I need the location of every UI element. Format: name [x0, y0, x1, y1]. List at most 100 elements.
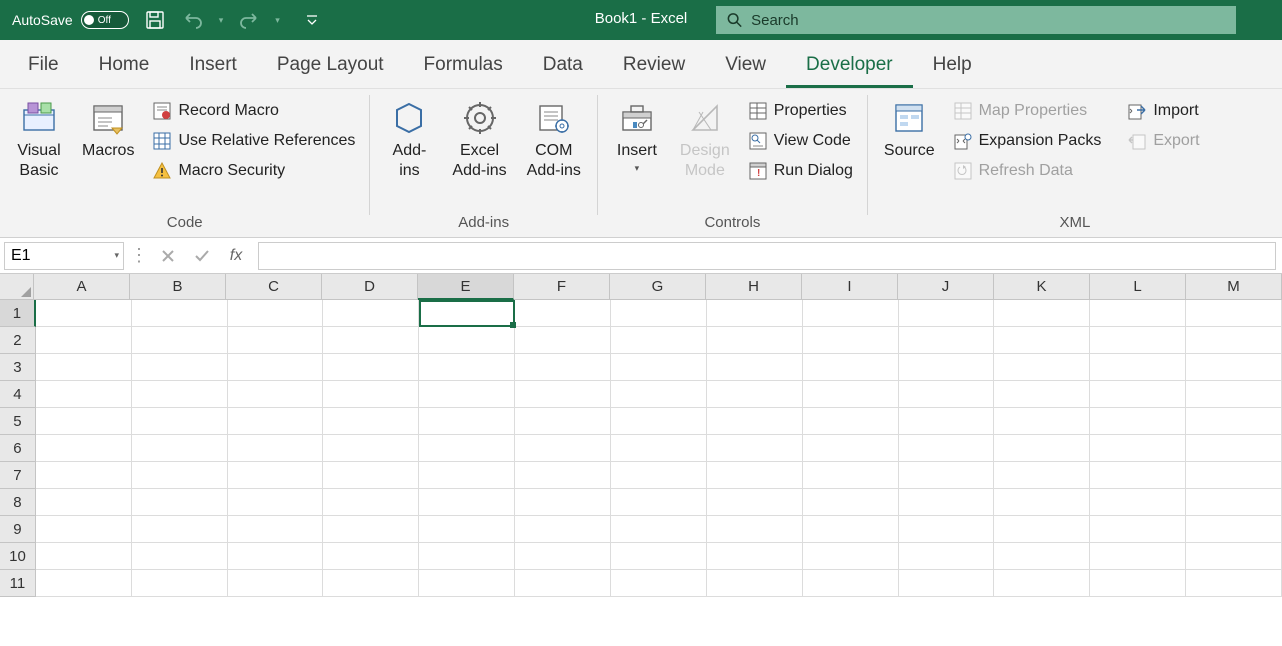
- tab-help[interactable]: Help: [913, 44, 992, 88]
- cell-J10[interactable]: [899, 543, 995, 570]
- cell-M9[interactable]: [1186, 516, 1282, 543]
- insert-function-button[interactable]: fx: [222, 242, 250, 270]
- redo-dropdown-icon[interactable]: ▾: [275, 15, 280, 26]
- cell-K1[interactable]: [994, 300, 1090, 327]
- cell-J5[interactable]: [899, 408, 995, 435]
- cell-D4[interactable]: [323, 381, 419, 408]
- cell-I4[interactable]: [803, 381, 899, 408]
- excel-addins-button[interactable]: Excel Add-ins: [446, 93, 512, 185]
- row-header-6[interactable]: 6: [0, 435, 36, 462]
- cell-D5[interactable]: [323, 408, 419, 435]
- cell-G10[interactable]: [611, 543, 707, 570]
- column-header-I[interactable]: I: [802, 274, 898, 300]
- select-all-corner[interactable]: [0, 274, 34, 300]
- tab-insert[interactable]: Insert: [169, 44, 257, 88]
- tab-review[interactable]: Review: [603, 44, 705, 88]
- cell-K11[interactable]: [994, 570, 1090, 597]
- cell-D6[interactable]: [323, 435, 419, 462]
- undo-dropdown-icon[interactable]: ▾: [219, 15, 224, 26]
- namebox-expand[interactable]: ⋮: [124, 245, 154, 266]
- cell-H11[interactable]: [707, 570, 803, 597]
- cell-L3[interactable]: [1090, 354, 1186, 381]
- cell-G3[interactable]: [611, 354, 707, 381]
- cell-A6[interactable]: [36, 435, 132, 462]
- cell-D3[interactable]: [323, 354, 419, 381]
- cell-F1[interactable]: [515, 300, 611, 327]
- column-header-M[interactable]: M: [1186, 274, 1282, 300]
- cell-A1[interactable]: [36, 300, 132, 327]
- cell-K7[interactable]: [994, 462, 1090, 489]
- cell-I10[interactable]: [803, 543, 899, 570]
- cell-L6[interactable]: [1090, 435, 1186, 462]
- cell-D8[interactable]: [323, 489, 419, 516]
- customize-qat-button[interactable]: [300, 8, 324, 32]
- cell-H10[interactable]: [707, 543, 803, 570]
- column-header-H[interactable]: H: [706, 274, 802, 300]
- cell-M7[interactable]: [1186, 462, 1282, 489]
- row-header-1[interactable]: 1: [0, 300, 36, 327]
- import-button[interactable]: Import: [1123, 99, 1203, 123]
- cell-F4[interactable]: [515, 381, 611, 408]
- tab-formulas[interactable]: Formulas: [404, 44, 523, 88]
- row-header-2[interactable]: 2: [0, 327, 36, 354]
- cell-B1[interactable]: [132, 300, 228, 327]
- column-header-C[interactable]: C: [226, 274, 322, 300]
- cell-J6[interactable]: [899, 435, 995, 462]
- cell-L7[interactable]: [1090, 462, 1186, 489]
- cell-B5[interactable]: [132, 408, 228, 435]
- cell-A3[interactable]: [36, 354, 132, 381]
- cancel-formula-button[interactable]: [154, 242, 182, 270]
- cell-C10[interactable]: [228, 543, 324, 570]
- cell-A7[interactable]: [36, 462, 132, 489]
- cell-I2[interactable]: [803, 327, 899, 354]
- column-header-K[interactable]: K: [994, 274, 1090, 300]
- cell-J7[interactable]: [899, 462, 995, 489]
- cell-K5[interactable]: [994, 408, 1090, 435]
- cell-M11[interactable]: [1186, 570, 1282, 597]
- cell-C2[interactable]: [228, 327, 324, 354]
- cell-A4[interactable]: [36, 381, 132, 408]
- cell-E3[interactable]: [419, 354, 515, 381]
- cell-A2[interactable]: [36, 327, 132, 354]
- cell-H7[interactable]: [707, 462, 803, 489]
- cell-C5[interactable]: [228, 408, 324, 435]
- cell-E2[interactable]: [419, 327, 515, 354]
- cell-L10[interactable]: [1090, 543, 1186, 570]
- column-header-F[interactable]: F: [514, 274, 610, 300]
- row-header-3[interactable]: 3: [0, 354, 36, 381]
- expansion-packs-button[interactable]: Expansion Packs: [949, 129, 1106, 153]
- cell-K4[interactable]: [994, 381, 1090, 408]
- cell-E7[interactable]: [419, 462, 515, 489]
- cell-G9[interactable]: [611, 516, 707, 543]
- cell-J9[interactable]: [899, 516, 995, 543]
- cell-K9[interactable]: [994, 516, 1090, 543]
- cell-A11[interactable]: [36, 570, 132, 597]
- cell-G8[interactable]: [611, 489, 707, 516]
- cell-B7[interactable]: [132, 462, 228, 489]
- cell-E11[interactable]: [419, 570, 515, 597]
- cell-D10[interactable]: [323, 543, 419, 570]
- cell-L2[interactable]: [1090, 327, 1186, 354]
- tab-developer[interactable]: Developer: [786, 44, 913, 88]
- row-header-5[interactable]: 5: [0, 408, 36, 435]
- cell-L5[interactable]: [1090, 408, 1186, 435]
- export-button[interactable]: Export: [1123, 129, 1203, 153]
- column-header-E[interactable]: E: [418, 274, 514, 300]
- cell-C1[interactable]: [228, 300, 324, 327]
- cell-G4[interactable]: [611, 381, 707, 408]
- cell-D9[interactable]: [323, 516, 419, 543]
- cell-F7[interactable]: [515, 462, 611, 489]
- cell-B4[interactable]: [132, 381, 228, 408]
- cell-C6[interactable]: [228, 435, 324, 462]
- macros-button[interactable]: Macros: [76, 93, 140, 165]
- refresh-data-button[interactable]: Refresh Data: [949, 159, 1106, 183]
- com-addins-button[interactable]: COM Add-ins: [521, 93, 587, 185]
- cell-J11[interactable]: [899, 570, 995, 597]
- tab-file[interactable]: File: [8, 44, 79, 88]
- row-header-8[interactable]: 8: [0, 489, 36, 516]
- view-code-button[interactable]: View Code: [744, 129, 857, 153]
- cell-L11[interactable]: [1090, 570, 1186, 597]
- cell-D11[interactable]: [323, 570, 419, 597]
- cell-H5[interactable]: [707, 408, 803, 435]
- cell-G5[interactable]: [611, 408, 707, 435]
